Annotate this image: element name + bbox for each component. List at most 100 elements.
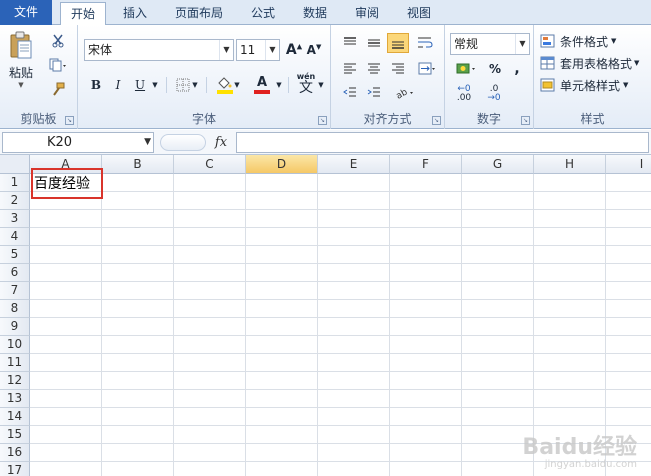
format-painter-button[interactable] <box>44 79 72 99</box>
number-format-select[interactable]: 常规 ▼ <box>450 33 530 55</box>
grow-font-button[interactable]: A▲ <box>285 40 303 60</box>
fill-color-button[interactable]: ▼ <box>214 73 242 97</box>
row-header-7[interactable]: 7 <box>0 282 30 300</box>
alignment-group: ab 对齐方式 ↘ <box>331 25 445 129</box>
row-header-15[interactable]: 15 <box>0 426 30 444</box>
align-right-button[interactable] <box>387 59 409 79</box>
column-header-e[interactable]: E <box>318 155 390 174</box>
column-header-i[interactable]: I <box>606 155 651 174</box>
row-header-6[interactable]: 6 <box>0 264 30 282</box>
wrap-text-button[interactable] <box>413 33 437 53</box>
worksheet-grid[interactable]: ABCDEFGHI 1 2 3 4 5 6 7 8 9 10 11 12 13 14 15 16 17 百度经验… <box>0 155 651 476</box>
cell-styles-label: 单元格样式 <box>560 78 621 93</box>
font-size-select[interactable]: 11 ▼ <box>236 39 280 61</box>
paste-button[interactable]: 粘贴 ▼ <box>4 29 38 89</box>
tab-home[interactable]: 开始 <box>60 2 106 26</box>
cell-styles-button[interactable]: 单元格样式 ▼ <box>540 75 648 95</box>
align-bottom-button[interactable] <box>387 33 409 53</box>
row-header-16[interactable]: 16 <box>0 444 30 462</box>
row-header-12[interactable]: 12 <box>0 372 30 390</box>
tab-file[interactable]: 文件 <box>0 0 52 25</box>
formula-input[interactable] <box>236 132 649 153</box>
row-header-2[interactable]: 2 <box>0 192 30 210</box>
row-header-1[interactable]: 1 <box>0 174 30 192</box>
format-as-table-button[interactable]: 套用表格格式 ▼ <box>540 53 650 73</box>
tab-page-layout[interactable]: 页面布局 <box>164 2 234 25</box>
shrink-font-button[interactable]: A▼ <box>305 40 323 60</box>
row-header-9[interactable]: 9 <box>0 318 30 336</box>
increase-indent-button[interactable] <box>363 83 385 103</box>
row-header-3[interactable]: 3 <box>0 210 30 228</box>
italic-button[interactable]: I <box>108 75 128 95</box>
comma-button[interactable]: , <box>507 59 527 79</box>
clipboard-launcher-icon[interactable]: ↘ <box>65 116 74 125</box>
align-left-button[interactable] <box>339 59 361 79</box>
copy-button[interactable] <box>44 55 72 75</box>
insert-function-button[interactable]: fx <box>210 133 232 152</box>
align-center-button[interactable] <box>363 59 385 79</box>
font-color-button[interactable]: A <box>248 73 276 97</box>
tab-formulas[interactable]: 公式 <box>240 2 286 25</box>
row-header-10[interactable]: 10 <box>0 336 30 354</box>
underline-button[interactable]: U <box>130 75 150 95</box>
align-top-button[interactable] <box>339 33 361 53</box>
copy-icon <box>49 58 66 72</box>
row-header-13[interactable]: 13 <box>0 390 30 408</box>
number-group: 常规 ▼ % , ←0 .00 .0 →0 数字 ↘ <box>445 25 534 129</box>
formula-bar-splitter[interactable] <box>160 134 206 151</box>
row-header-5[interactable]: 5 <box>0 246 30 264</box>
row-gridline <box>30 353 651 354</box>
increase-decimal-button[interactable]: ←0 .00 <box>451 83 477 105</box>
tab-insert[interactable]: 插入 <box>112 2 158 25</box>
row-header-11[interactable]: 11 <box>0 354 30 372</box>
phonetic-guide-button[interactable]: wén 文 <box>294 71 318 97</box>
row-header-14[interactable]: 14 <box>0 408 30 426</box>
bold-button[interactable]: B <box>86 75 106 95</box>
watermark-text: Baidu经验 <box>522 435 637 460</box>
borders-button[interactable]: ▼ <box>174 75 200 95</box>
conditional-formatting-button[interactable]: 条件格式 ▼ <box>540 31 648 51</box>
column-gridline <box>317 174 318 476</box>
number-launcher-icon[interactable]: ↘ <box>521 116 530 125</box>
phonetic-dropdown-icon[interactable]: ▼ <box>316 77 326 93</box>
accounting-format-button[interactable] <box>451 59 483 79</box>
row-gridline <box>30 371 651 372</box>
row-header-8[interactable]: 8 <box>0 300 30 318</box>
column-header-f[interactable]: F <box>390 155 462 174</box>
column-header-c[interactable]: C <box>174 155 246 174</box>
tab-data[interactable]: 数据 <box>292 2 338 25</box>
decrease-decimal-button[interactable]: .0 →0 <box>481 83 507 105</box>
align-middle-button[interactable] <box>363 33 385 53</box>
orientation-button[interactable]: ab <box>391 83 421 103</box>
tab-review[interactable]: 审阅 <box>344 2 390 25</box>
paste-dropdown-icon: ▼ <box>18 80 24 89</box>
separator <box>166 77 167 93</box>
column-header-h[interactable]: H <box>534 155 606 174</box>
merge-center-button[interactable] <box>413 59 441 79</box>
wrap-text-icon <box>418 37 433 48</box>
select-all-corner[interactable] <box>0 155 30 174</box>
ribbon: 粘贴 ▼ 剪贴板 ↘ 宋体 ▼ 11 ▼ A▲ A▼ B I U ▼ ▼ ▼ A… <box>0 25 651 129</box>
underline-dropdown-icon[interactable]: ▼ <box>150 77 160 93</box>
column-header-b[interactable]: B <box>102 155 174 174</box>
separator <box>288 77 289 93</box>
chevron-down-icon: ▼ <box>265 40 279 60</box>
styles-group: 条件格式 ▼ 套用表格格式 ▼ 单元格样式 ▼ 样式 <box>534 25 651 129</box>
decrease-indent-button[interactable] <box>339 83 361 103</box>
align-bottom-icon <box>392 41 404 49</box>
row-header-4[interactable]: 4 <box>0 228 30 246</box>
cut-button[interactable] <box>44 31 72 51</box>
name-box[interactable]: K20 ▼ <box>2 132 154 153</box>
alignment-launcher-icon[interactable]: ↘ <box>432 116 441 125</box>
tab-view[interactable]: 视图 <box>396 2 442 25</box>
row-header-17[interactable]: 17 <box>0 462 30 476</box>
alignment-group-label: 对齐方式 <box>363 112 412 126</box>
percent-button[interactable]: % <box>485 59 505 79</box>
column-header-g[interactable]: G <box>462 155 534 174</box>
column-header-d[interactable]: D <box>246 155 318 174</box>
align-top-icon <box>344 37 356 45</box>
align-right-icon <box>392 63 404 74</box>
font-color-dropdown-icon[interactable]: ▼ <box>274 77 284 93</box>
font-launcher-icon[interactable]: ↘ <box>318 116 327 125</box>
font-name-select[interactable]: 宋体 ▼ <box>84 39 234 61</box>
